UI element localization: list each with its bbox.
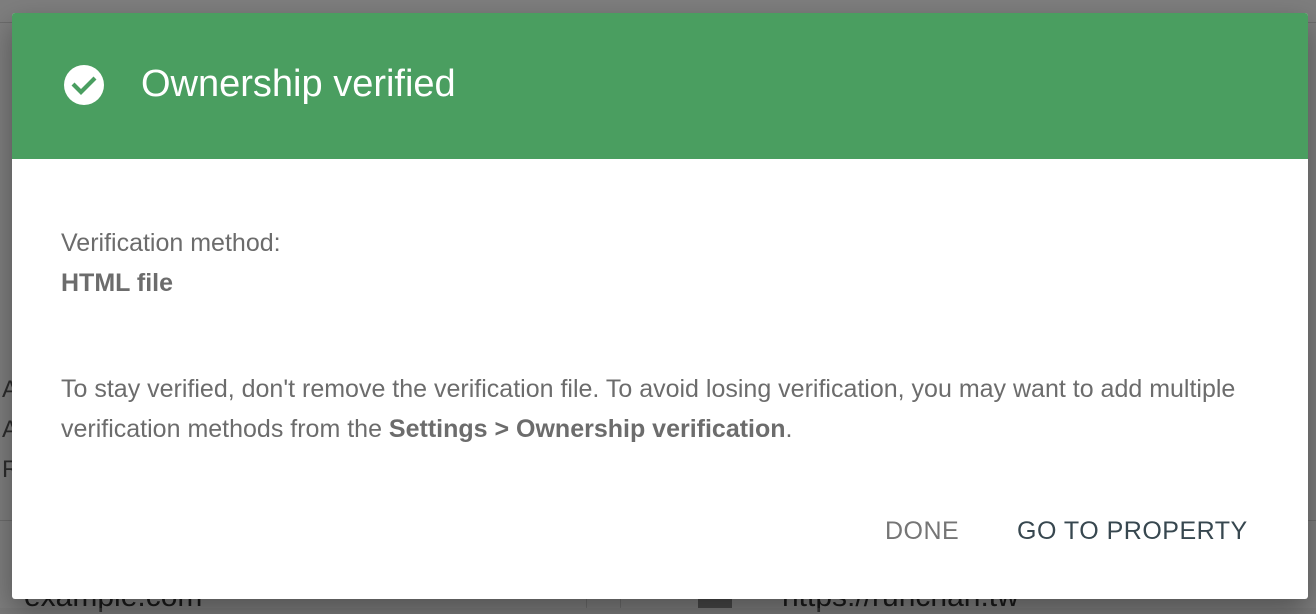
verification-info-text: To stay verified, don't remove the verif… [61,369,1261,449]
go-to-property-button[interactable]: GO TO PROPERTY [1017,509,1248,553]
verification-method-value: HTML file [61,269,174,297]
check-circle-icon [64,65,104,105]
info-text-part2: . [785,415,793,443]
verification-method-label: Verification method: [61,229,281,257]
done-button[interactable]: DONE [885,509,959,553]
dialog-header: Ownership verified [12,13,1308,159]
ownership-verified-dialog: Ownership verified Verification method: … [12,13,1308,599]
dialog-title: Ownership verified [141,63,456,105]
settings-path-text: Settings > Ownership verification [388,415,786,443]
